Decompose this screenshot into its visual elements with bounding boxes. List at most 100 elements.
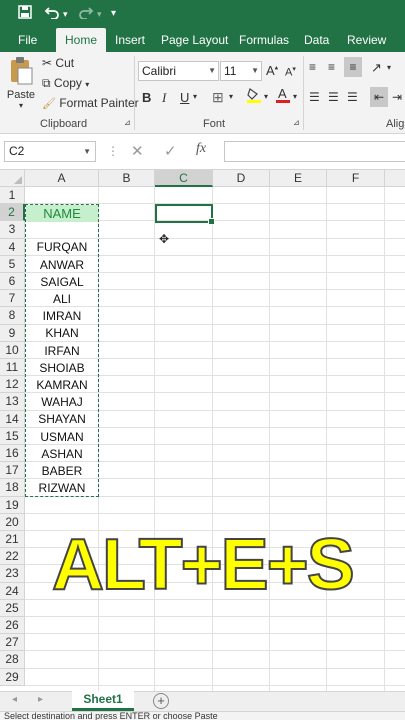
undo-icon[interactable] [44, 5, 60, 24]
insert-function-icon[interactable]: fx [196, 141, 206, 157]
undo-dropdown-icon[interactable]: ▾ [63, 5, 68, 23]
row-header-10[interactable]: 10 [0, 341, 25, 359]
row-header-29[interactable]: 29 [0, 668, 25, 686]
tab-review[interactable]: Review [347, 28, 386, 52]
sheet-tab-sheet1[interactable]: Sheet1 [72, 691, 134, 711]
orientation-dropdown-icon[interactable]: ▾ [387, 63, 391, 72]
name-cell[interactable]: ASHAN [26, 446, 98, 463]
underline-button[interactable]: U [180, 90, 189, 105]
borders-icon[interactable]: ⊞ [212, 89, 224, 106]
name-cell[interactable]: SHAYAN [26, 411, 98, 428]
name-cell[interactable]: ANWAR [26, 257, 98, 274]
save-icon[interactable] [18, 5, 32, 24]
scroll-right-icon[interactable]: ▸ [38, 694, 43, 705]
name-cell[interactable]: SHOIAB [26, 360, 98, 377]
scroll-left-icon[interactable]: ◂ [12, 694, 17, 705]
underline-dropdown-icon[interactable]: ▾ [193, 92, 197, 101]
name-cell[interactable]: SAIGAL [26, 274, 98, 291]
row-header-7[interactable]: 7 [0, 290, 25, 308]
align-left-icon[interactable]: ☰ [309, 90, 320, 104]
name-header-cell[interactable]: NAME [26, 205, 98, 222]
name-cell[interactable]: FURQAN [26, 239, 98, 256]
increase-font-icon[interactable]: A▴ [266, 63, 278, 78]
row-header-23[interactable]: 23 [0, 565, 25, 583]
column-header-c[interactable]: C [155, 170, 213, 187]
clipboard-launcher-icon[interactable]: ⊿ [124, 118, 131, 127]
enter-icon[interactable]: ✓ [164, 142, 177, 160]
column-header-b[interactable]: B [99, 170, 155, 187]
active-cell-c2[interactable] [155, 204, 215, 225]
row-header-22[interactable]: 22 [0, 548, 25, 566]
paste-button[interactable]: Paste ▾ [6, 56, 36, 116]
select-all-button[interactable] [0, 170, 25, 187]
align-middle-icon[interactable]: ≡ [328, 60, 335, 74]
name-cell[interactable]: KAMRAN [26, 377, 98, 394]
font-color-dropdown-icon[interactable]: ▾ [293, 92, 297, 101]
column-header-e[interactable]: E [270, 170, 327, 187]
row-header-14[interactable]: 14 [0, 410, 25, 428]
bold-button[interactable]: B [142, 90, 151, 105]
font-launcher-icon[interactable]: ⊿ [293, 118, 300, 127]
column-header-d[interactable]: D [213, 170, 270, 187]
tab-formulas[interactable]: Formulas [239, 28, 289, 52]
align-center-icon[interactable]: ☰ [328, 90, 339, 104]
borders-dropdown-icon[interactable]: ▾ [229, 92, 233, 101]
customize-icon[interactable]: ▾ [111, 5, 116, 23]
font-size-box[interactable]: 11 ▼ [220, 61, 262, 81]
name-cell[interactable]: USMAN [26, 429, 98, 446]
increase-indent-icon[interactable]: ⇥ [392, 90, 402, 104]
format-painter-button[interactable]: 🖌 Format Painter [42, 96, 139, 110]
row-header-11[interactable]: 11 [0, 359, 25, 377]
row-header-8[interactable]: 8 [0, 307, 25, 325]
align-bottom-icon[interactable]: ≡ [344, 57, 362, 77]
paste-dropdown-icon[interactable]: ▾ [6, 101, 36, 110]
row-header-25[interactable]: 25 [0, 599, 25, 617]
name-box[interactable]: C2 ▼ [4, 141, 96, 162]
cut-button[interactable]: ✂ Cut [42, 56, 74, 70]
name-cell[interactable]: KHAN [26, 325, 98, 342]
row-header-4[interactable]: 4 [0, 238, 25, 256]
fill-dropdown-icon[interactable]: ▾ [264, 92, 268, 101]
formula-input[interactable] [224, 141, 405, 162]
tab-insert[interactable]: Insert [115, 28, 145, 52]
row-header-16[interactable]: 16 [0, 445, 25, 463]
font-color-icon[interactable]: A [276, 86, 290, 106]
row-header-21[interactable]: 21 [0, 531, 25, 549]
tab-home[interactable]: Home [56, 28, 107, 52]
name-cell[interactable]: RIZWAN [26, 480, 98, 497]
tab-file[interactable]: File [18, 28, 37, 52]
font-name-box[interactable]: Calibri ▼ [138, 61, 219, 81]
row-header-5[interactable]: 5 [0, 255, 25, 273]
column-header-a[interactable]: A [25, 170, 99, 187]
worksheet-grid[interactable]: A B C D E F 1 2 3 4 5 6 7 8 9 10 11 12 13 14 15 16 17 18 1… [0, 170, 405, 691]
name-cell[interactable]: WAHAJ [26, 394, 98, 411]
copy-dropdown-icon[interactable]: ▾ [85, 80, 89, 89]
name-cell[interactable]: BABER [26, 463, 98, 480]
column-header-f[interactable]: F [327, 170, 385, 187]
row-header-9[interactable]: 9 [0, 324, 25, 342]
row-header-17[interactable]: 17 [0, 462, 25, 480]
redo-icon[interactable] [78, 5, 94, 24]
fill-color-icon[interactable] [247, 87, 261, 106]
decrease-indent-icon[interactable]: ⇤ [370, 87, 388, 107]
row-header-3[interactable]: 3 [0, 221, 25, 239]
copy-button[interactable]: ⧉ Copy ▾ [42, 76, 89, 91]
row-header-24[interactable]: 24 [0, 582, 25, 600]
row-header-2[interactable]: 2 [0, 204, 25, 222]
name-cell[interactable]: ALI [26, 291, 98, 308]
name-cell[interactable]: IMRAN [26, 308, 98, 325]
column-header-partial[interactable] [385, 170, 405, 187]
row-header-12[interactable]: 12 [0, 376, 25, 394]
row-header-15[interactable]: 15 [0, 427, 25, 445]
row-header-28[interactable]: 28 [0, 651, 25, 669]
row-header-20[interactable]: 20 [0, 513, 25, 531]
orientation-icon[interactable]: ↗ [371, 60, 382, 76]
cancel-icon[interactable]: ✕ [131, 142, 144, 160]
tab-data[interactable]: Data [304, 28, 329, 52]
decrease-font-icon[interactable]: A▾ [285, 65, 296, 79]
row-header-1[interactable]: 1 [0, 187, 25, 205]
tab-page-layout[interactable]: Page Layout [161, 28, 228, 52]
align-right-icon[interactable]: ☰ [347, 90, 358, 104]
align-top-icon[interactable]: ≡ [309, 60, 316, 74]
add-sheet-icon[interactable]: + [153, 693, 169, 709]
